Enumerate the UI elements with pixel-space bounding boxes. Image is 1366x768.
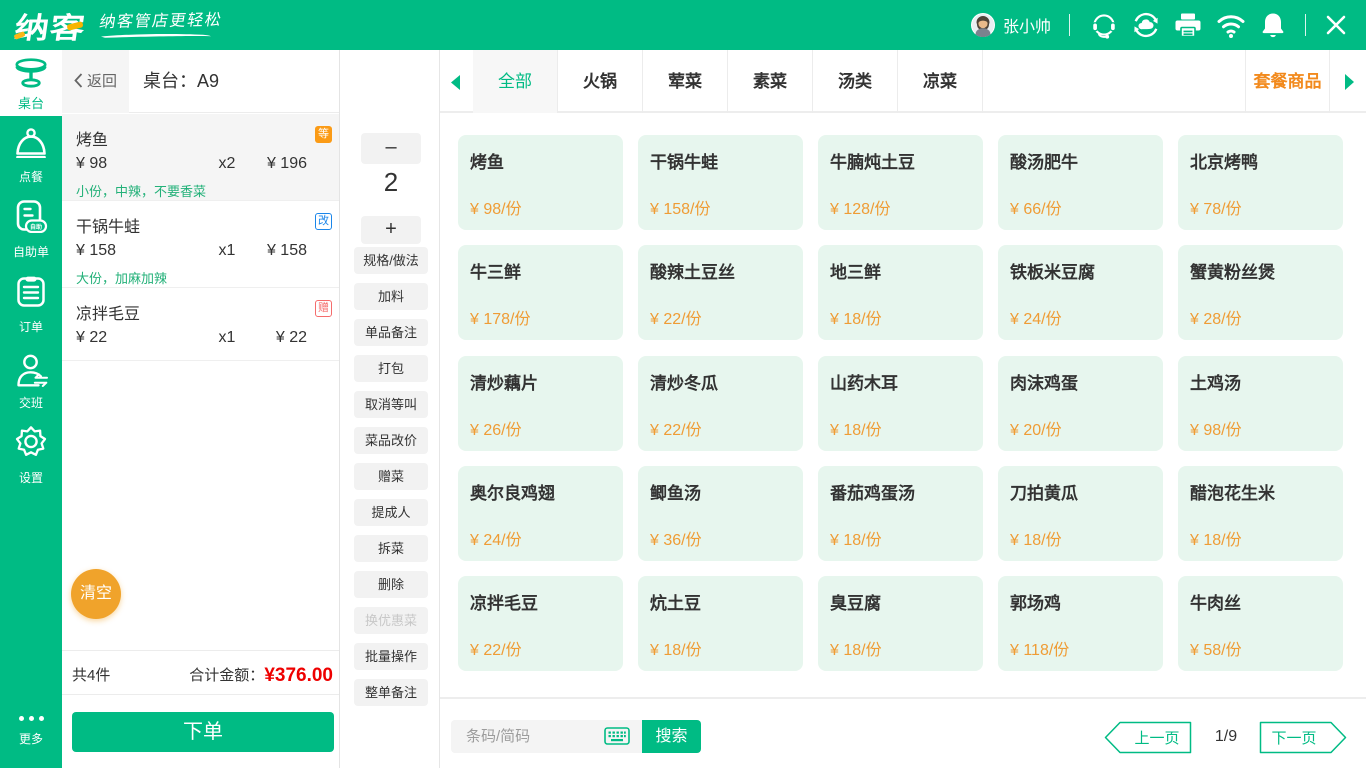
svg-text:下一页: 下一页: [1271, 730, 1316, 747]
svg-text:自助: 自助: [30, 223, 42, 231]
svg-text:上一页: 上一页: [1134, 730, 1179, 747]
